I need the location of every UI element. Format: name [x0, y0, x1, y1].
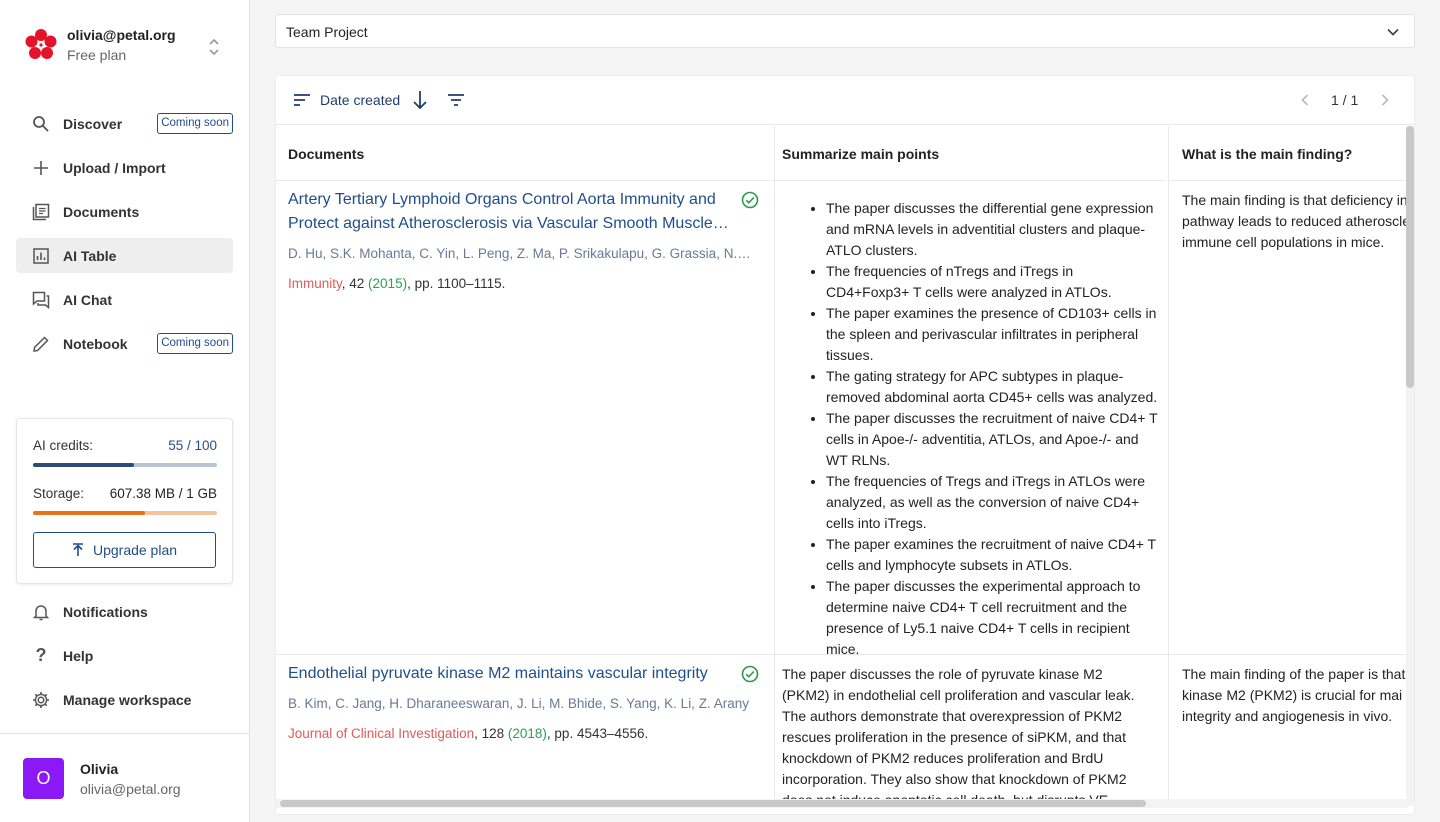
summary-point: The gating strategy for APC subtypes in … — [826, 366, 1158, 408]
bell-icon — [30, 601, 52, 623]
document-citation: Journal of Clinical Investigation, 128 (… — [288, 726, 648, 741]
sidebar-item-label: Discover — [63, 115, 123, 132]
project-select[interactable]: Team Project — [275, 14, 1415, 48]
storage-row: Storage: 607.38 MB / 1 GB — [33, 486, 217, 501]
sidebar-item-manage-workspace[interactable]: Manage workspace — [16, 682, 233, 717]
gear-icon — [30, 689, 52, 711]
workspace-email: olivia@petal.org — [67, 27, 176, 43]
publication-year: (2015) — [368, 276, 408, 291]
arrow-down-icon[interactable] — [411, 89, 429, 111]
sidebar-item-label: AI Table — [63, 247, 117, 264]
page-indicator: 1 / 1 — [1331, 92, 1359, 108]
workspace-plan: Free plan — [67, 47, 127, 63]
workspace-switcher[interactable]: olivia@petal.org Free plan — [24, 26, 229, 66]
chat-icon — [30, 289, 52, 311]
check-circle-icon — [741, 665, 759, 683]
user-email: olivia@petal.org — [80, 781, 181, 797]
ai-table-grid: Documents Summarize main points What is … — [276, 126, 1408, 806]
journal-volume: , 128 — [474, 726, 508, 741]
sidebar-item-discover[interactable]: Discover Coming soon — [16, 106, 233, 141]
ai-credits-label: AI credits: — [33, 438, 94, 453]
coming-soon-badge: Coming soon — [157, 113, 233, 134]
project-select-value: Team Project — [286, 24, 368, 40]
main-finding-cell: The main finding is that deficiency in p… — [1182, 192, 1408, 250]
check-circle-icon — [741, 191, 759, 209]
user-profile[interactable]: O Olivia olivia@petal.org — [0, 733, 249, 822]
sidebar-item-label: Notebook — [63, 335, 128, 352]
journal-pages: , pp. 4543–4556. — [546, 726, 649, 741]
sidebar-item-ai-table[interactable]: AI Table — [16, 238, 233, 273]
sidebar-item-label: AI Chat — [63, 291, 112, 308]
documents-icon — [30, 201, 52, 223]
summary-cell: The paper discusses the role of pyruvate… — [782, 666, 1135, 806]
help-icon: ? — [35, 645, 47, 665]
upgrade-plan-button[interactable]: Upgrade plan — [33, 532, 216, 568]
unfold-icon — [209, 38, 219, 56]
chevron-left-icon[interactable] — [1298, 92, 1312, 108]
column-divider — [774, 126, 775, 806]
storage-label: Storage: — [33, 486, 85, 501]
petal-logo-icon — [25, 29, 57, 59]
avatar: O — [23, 758, 64, 799]
summary-points-list: The paper discusses the differential gen… — [806, 198, 1158, 660]
summary-point: The paper examines the presence of CD103… — [826, 303, 1158, 366]
ai-credits-value: 55 / 100 — [168, 438, 217, 453]
sidebar-item-notebook[interactable]: Notebook Coming soon — [16, 326, 233, 361]
table-chart-icon — [30, 245, 52, 267]
storage-bar — [33, 511, 217, 515]
table-toolbar: Date created 1 / 1 — [276, 76, 1414, 125]
column-header-documents[interactable]: Documents — [276, 126, 774, 181]
document-authors: B. Kim, C. Jang, H. Dharaneeswaran, J. L… — [288, 696, 749, 711]
sidebar-item-upload[interactable]: Upload / Import — [16, 150, 233, 185]
user-name: Olivia — [80, 761, 119, 777]
sidebar-item-ai-chat[interactable]: AI Chat — [16, 282, 233, 317]
horizontal-scrollbar[interactable] — [280, 800, 1146, 807]
chevron-down-icon — [1387, 28, 1399, 36]
journal-name: Immunity — [288, 276, 342, 291]
publication-year: (2018) — [507, 726, 547, 741]
search-icon — [30, 113, 52, 135]
column-divider — [1168, 126, 1169, 806]
summary-point: The paper discusses the recruitment of n… — [826, 408, 1158, 471]
column-header-main-finding[interactable]: What is the main finding? — [1170, 126, 1408, 181]
summary-point: The paper discusses the experimental app… — [826, 576, 1158, 660]
vertical-scrollbar[interactable] — [1406, 126, 1414, 388]
filter-icon[interactable] — [446, 92, 466, 108]
sidebar-item-label: Upload / Import — [63, 159, 166, 176]
upgrade-plan-label: Upgrade plan — [92, 542, 178, 558]
document-citation: Immunity, 42 (2015), pp. 1100–1115. — [288, 276, 505, 291]
journal-name: Journal of Clinical Investigation — [288, 726, 475, 741]
ai-credits-bar — [33, 463, 217, 467]
journal-pages: , pp. 1100–1115. — [407, 276, 506, 291]
sidebar-item-documents[interactable]: Documents — [16, 194, 233, 229]
sidebar-item-notifications[interactable]: Notifications — [16, 594, 233, 629]
main-finding-cell: The main finding of the paper is that ki… — [1182, 666, 1406, 724]
sidebar-item-label: Notifications — [63, 603, 148, 620]
chevron-right-icon[interactable] — [1378, 92, 1392, 108]
pencil-icon — [30, 333, 52, 355]
sidebar-item-label: Help — [63, 647, 94, 664]
upload-arrow-icon — [72, 543, 83, 556]
ai-credits-row: AI credits: 55 / 100 — [33, 438, 217, 453]
ai-table-panel: Date created 1 / 1 Documents Summarize m… — [275, 75, 1415, 815]
document-title-link[interactable]: Artery Tertiary Lymphoid Organs Control … — [288, 188, 738, 236]
coming-soon-badge: Coming soon — [157, 333, 233, 354]
sort-icon[interactable] — [293, 92, 311, 108]
summary-point: The frequencies of nTregs and iTregs in … — [826, 261, 1158, 303]
storage-value: 607.38 MB / 1 GB — [109, 486, 217, 501]
sidebar-item-label: Documents — [63, 203, 140, 220]
sort-field-button[interactable]: Date created — [320, 92, 400, 108]
sidebar-item-help[interactable]: ? Help — [16, 638, 233, 673]
plus-icon — [30, 157, 52, 179]
sidebar: olivia@petal.org Free plan Discover Comi… — [0, 0, 250, 822]
summary-point: The paper discusses the differential gen… — [826, 198, 1158, 261]
document-authors: D. Hu, S.K. Mohanta, C. Yin, L. Peng, Z.… — [288, 246, 752, 261]
sidebar-item-label: Manage workspace — [63, 691, 192, 708]
summary-point: The frequencies of Tregs and iTregs in A… — [826, 471, 1158, 534]
usage-panel: AI credits: 55 / 100 Storage: 607.38 MB … — [16, 418, 233, 584]
journal-volume: , 42 — [341, 276, 369, 291]
summary-point: The paper examines the recruitment of na… — [826, 534, 1158, 576]
column-header-summary[interactable]: Summarize main points — [770, 126, 1164, 181]
document-title-link[interactable]: Endothelial pyruvate kinase M2 maintains… — [288, 662, 738, 686]
